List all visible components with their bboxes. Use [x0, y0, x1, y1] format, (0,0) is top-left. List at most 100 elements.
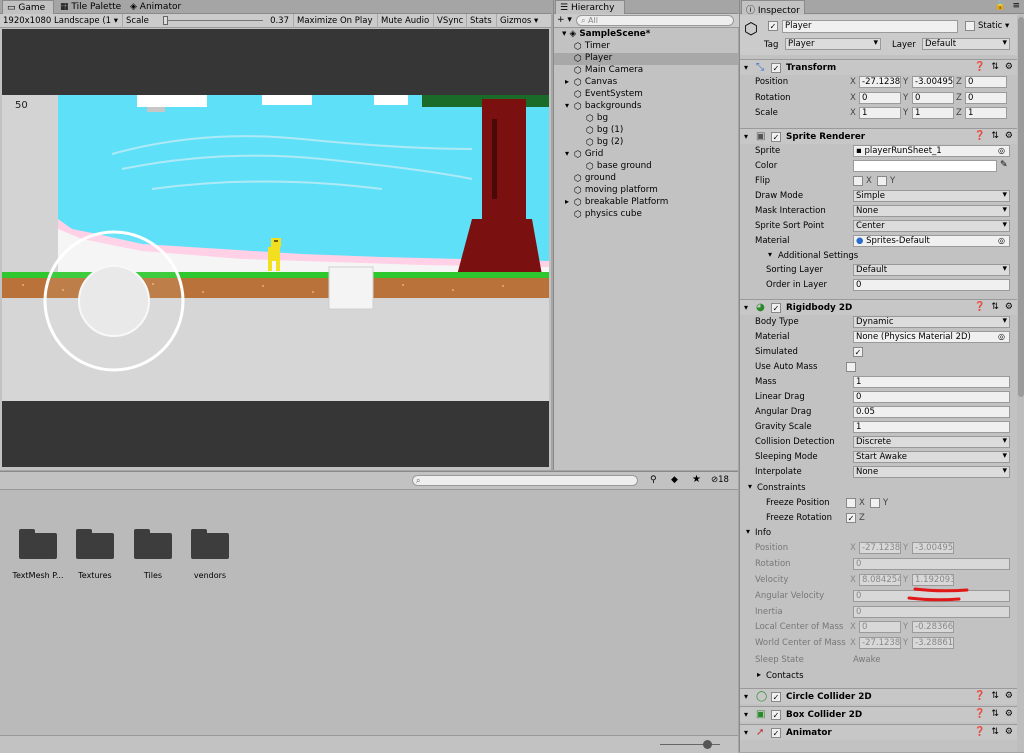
component-header[interactable]: ▾ ◯ ✓ Circle Collider 2D ❓⇅⚙ [740, 688, 1024, 704]
preset-icon[interactable]: ⇅ [991, 62, 1005, 72]
hierarchy-item[interactable]: ⬡ moving platform [554, 185, 738, 197]
icon-size-thumb[interactable] [703, 740, 712, 749]
hierarchy-item[interactable]: ⬡ physics cube [554, 209, 738, 221]
preset-icon[interactable]: ⇅ [991, 709, 1005, 719]
scene-row[interactable]: ▾ ◈ SampleScene* [562, 29, 650, 41]
project-search-input[interactable]: ⌕ [412, 475, 638, 486]
tab-animator[interactable]: ◈ Animator [126, 0, 185, 14]
component-enabled-checkbox[interactable]: ✓ [771, 692, 781, 702]
value-dropdown[interactable]: Start Awake [853, 451, 1010, 463]
preset-icon[interactable]: ⇅ [991, 727, 1005, 737]
game-viewport[interactable]: 50 [2, 29, 549, 467]
filter-type-icon[interactable]: ⚲ [650, 475, 657, 485]
value-field[interactable]: 0.05 [853, 406, 1010, 418]
chevron-right-icon[interactable]: ▸ [565, 197, 569, 206]
color-swatch[interactable] [853, 160, 997, 172]
vector-field[interactable]: -27.1238 [859, 76, 901, 88]
vector-field[interactable]: 0 [965, 76, 1007, 88]
value-field[interactable]: 0 [853, 279, 1010, 291]
tag-dropdown[interactable]: Player [785, 38, 881, 50]
component-enabled-checkbox[interactable]: ✓ [771, 710, 781, 720]
joystick-knob[interactable] [78, 265, 150, 337]
gizmos-dropdown[interactable]: Gizmos ▾ [496, 14, 541, 28]
hierarchy-item[interactable]: ⬡ ground [554, 173, 738, 185]
chevron-right-icon[interactable]: ▸ [565, 77, 569, 86]
hierarchy-item[interactable]: ▸ ⬡ breakable Platform [554, 197, 738, 209]
help-icon[interactable]: ❓ [974, 302, 991, 312]
folder-icon[interactable] [134, 529, 172, 559]
chevron-down-icon[interactable]: ▾ [744, 132, 748, 141]
inspector-scrollbar[interactable] [1017, 15, 1024, 752]
chevron-down-icon[interactable]: ▾ [746, 527, 750, 536]
vector-field[interactable]: 0 [859, 92, 901, 104]
object-picker-icon[interactable]: ◎ [998, 332, 1005, 341]
help-icon[interactable]: ❓ [974, 131, 991, 141]
vector-field[interactable]: 1 [859, 107, 901, 119]
eyedropper-icon[interactable]: ✎ [1000, 160, 1008, 170]
flip-y-checkbox[interactable] [877, 176, 887, 186]
hierarchy-item[interactable]: ⬡ base ground [554, 161, 738, 173]
freeze-rot-z-checkbox[interactable]: ✓ [846, 513, 856, 523]
stats-toggle[interactable]: Stats [466, 14, 495, 28]
folder-icon[interactable] [191, 529, 229, 559]
sprite-field[interactable]: ▪ playerRunSheet_1 [853, 145, 1010, 157]
object-picker-icon[interactable]: ◎ [998, 146, 1005, 155]
vector-field[interactable]: 0 [912, 92, 954, 104]
static-checkbox[interactable] [965, 21, 975, 31]
scrollbar-thumb[interactable] [1018, 17, 1024, 397]
component-enabled-checkbox[interactable]: ✓ [771, 63, 781, 73]
value-dropdown[interactable]: None [853, 205, 1010, 217]
hidden-packages-toggle[interactable]: ⊘18 [711, 475, 729, 485]
chevron-down-icon[interactable]: ▾ [565, 101, 569, 110]
vector-field[interactable]: 1 [912, 107, 954, 119]
value-field[interactable]: 1 [853, 376, 1010, 388]
chevron-down-icon[interactable]: ▾ [768, 250, 772, 259]
component-header[interactable]: ▾ ◕ ✓ Rigidbody 2D ❓⇅⚙ [740, 299, 1024, 315]
chevron-down-icon[interactable]: ▾ [565, 149, 569, 158]
vector-field[interactable]: 0 [965, 92, 1007, 104]
material-field[interactable]: ● Sprites-Default [853, 235, 1010, 247]
freeze-pos-y-checkbox[interactable] [870, 498, 880, 508]
value-dropdown[interactable]: Dynamic [853, 316, 1010, 328]
value-dropdown[interactable]: None [853, 466, 1010, 478]
create-dropdown[interactable]: + ▾ [557, 15, 572, 25]
lock-icon[interactable]: 🔒 [995, 1, 1006, 11]
object-name-field[interactable]: Player [782, 20, 958, 33]
help-icon[interactable]: ❓ [974, 727, 991, 737]
chevron-down-icon[interactable]: ▾ [748, 482, 752, 491]
preset-icon[interactable]: ⇅ [991, 131, 1005, 141]
layer-dropdown[interactable]: Default [922, 38, 1010, 50]
simulated-checkbox[interactable]: ✓ [853, 347, 863, 357]
hierarchy-item[interactable]: ▾ ⬡ backgrounds [554, 101, 738, 113]
help-icon[interactable]: ❓ [974, 691, 991, 701]
scale-thumb[interactable] [163, 16, 168, 25]
star-icon[interactable]: ★ [692, 474, 701, 485]
chevron-right-icon[interactable]: ▸ [757, 670, 761, 679]
hierarchy-item[interactable]: ⬡ bg [554, 113, 738, 125]
component-header[interactable]: ▾ ⤡ ✓ Transform ❓⇅⚙ [740, 59, 1024, 75]
hierarchy-item[interactable]: ▸ ⬡ Canvas [554, 77, 738, 89]
hierarchy-item[interactable]: ▾ ⬡ Grid [554, 149, 738, 161]
hierarchy-item[interactable]: ⬡ bg (1) [554, 125, 738, 137]
folder-icon[interactable] [76, 529, 114, 559]
tab-game[interactable]: ▭ Game [2, 0, 54, 14]
scale-slider[interactable]: Scale 0.37 [122, 14, 292, 28]
value-dropdown[interactable]: Discrete [853, 436, 1010, 448]
flip-x-checkbox[interactable] [853, 176, 863, 186]
label-icon[interactable]: ◆ [671, 475, 678, 485]
freeze-pos-x-checkbox[interactable] [846, 498, 856, 508]
tab-tile-palette[interactable]: ▦ Tile Palette [56, 0, 125, 14]
chevron-down-icon[interactable]: ▾ [744, 728, 748, 737]
hierarchy-item[interactable]: ⬡ bg (2) [554, 137, 738, 149]
component-enabled-checkbox[interactable]: ✓ [771, 728, 781, 738]
menu-icon[interactable]: ≡ [1012, 1, 1020, 11]
active-checkbox[interactable]: ✓ [768, 21, 778, 31]
resolution-dropdown[interactable]: 1920x1080 Landscape (1 ▾ [0, 14, 122, 28]
component-header[interactable]: ▾ ▣ ✓ Box Collider 2D ❓⇅⚙ [740, 706, 1024, 722]
value-dropdown[interactable]: Center [853, 220, 1010, 232]
preset-icon[interactable]: ⇅ [991, 691, 1005, 701]
tab-hierarchy[interactable]: ☰ Hierarchy [555, 0, 625, 14]
value-dropdown[interactable]: Default [853, 264, 1010, 276]
value-dropdown[interactable]: Simple [853, 190, 1010, 202]
component-enabled-checkbox[interactable]: ✓ [771, 132, 781, 142]
